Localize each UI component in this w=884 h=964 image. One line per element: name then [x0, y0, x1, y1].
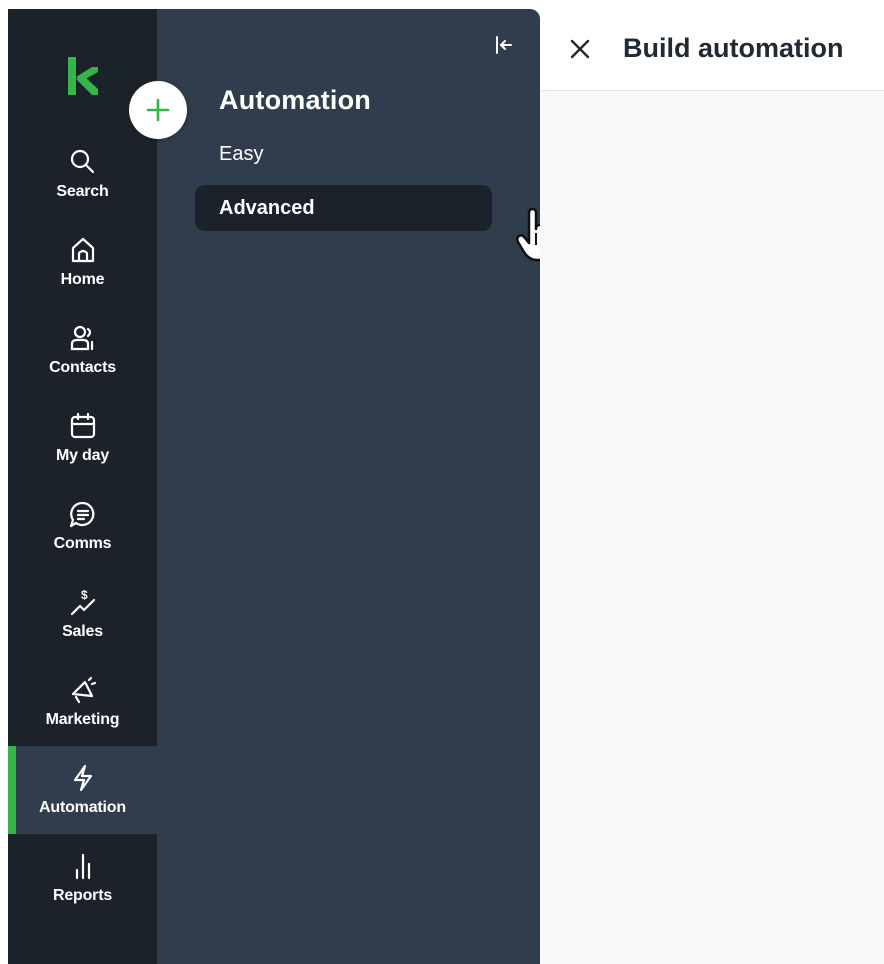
nav-rail: Search Home Contacts My day Comms $ Sale…: [8, 9, 157, 964]
bar-chart-icon: [75, 853, 90, 880]
nav-label-comms: Comms: [53, 535, 112, 552]
nav-item-my-day[interactable]: My day: [8, 394, 157, 482]
collapse-panel-icon[interactable]: [491, 33, 515, 57]
nav-item-sales[interactable]: $ Sales: [8, 570, 157, 658]
nav-label-marketing: Marketing: [45, 711, 120, 728]
chat-icon: [69, 501, 94, 528]
nav-item-comms[interactable]: Comms: [8, 482, 157, 570]
nav-label-sales: Sales: [62, 623, 103, 640]
megaphone-icon: [71, 676, 96, 704]
nav-item-contacts[interactable]: Contacts: [8, 306, 157, 394]
contacts-icon: [70, 325, 93, 351]
page-title: Build automation: [623, 33, 844, 63]
search-icon: [70, 149, 94, 174]
nav-label-my-day: My day: [55, 447, 110, 464]
svg-text:$: $: [81, 588, 88, 602]
submenu-item-easy[interactable]: Easy: [195, 131, 492, 177]
plus-icon: [146, 98, 170, 122]
automation-submenu-panel: Automation Easy Advanced: [157, 9, 559, 964]
main-content: Build automation: [540, 9, 884, 964]
sales-icon: $: [70, 588, 95, 616]
nav-label-home: Home: [60, 271, 105, 288]
nav-item-home[interactable]: Home: [8, 218, 157, 306]
panel-title: Automation: [219, 85, 371, 115]
nav-label-automation: Automation: [39, 799, 126, 816]
nav-item-reports[interactable]: Reports: [8, 834, 157, 922]
submenu-item-advanced[interactable]: Advanced: [195, 185, 492, 231]
calendar-icon: [70, 412, 95, 439]
app-frame: Search Home Contacts My day Comms $ Sale…: [8, 9, 884, 964]
quick-add-button[interactable]: [129, 81, 187, 139]
nav-label-reports: Reports: [52, 887, 113, 904]
home-icon: [71, 237, 94, 263]
close-icon[interactable]: [566, 35, 594, 63]
nav-item-search[interactable]: Search: [8, 130, 157, 218]
nav-item-marketing[interactable]: Marketing: [8, 658, 157, 746]
active-indicator: [8, 746, 16, 834]
nav-label-search: Search: [56, 183, 109, 200]
keap-logo[interactable]: [66, 55, 100, 99]
lightning-icon: [73, 764, 92, 792]
page-header: Build automation: [540, 9, 884, 91]
nav-label-contacts: Contacts: [49, 359, 116, 376]
nav-item-automation[interactable]: Automation: [8, 746, 157, 834]
